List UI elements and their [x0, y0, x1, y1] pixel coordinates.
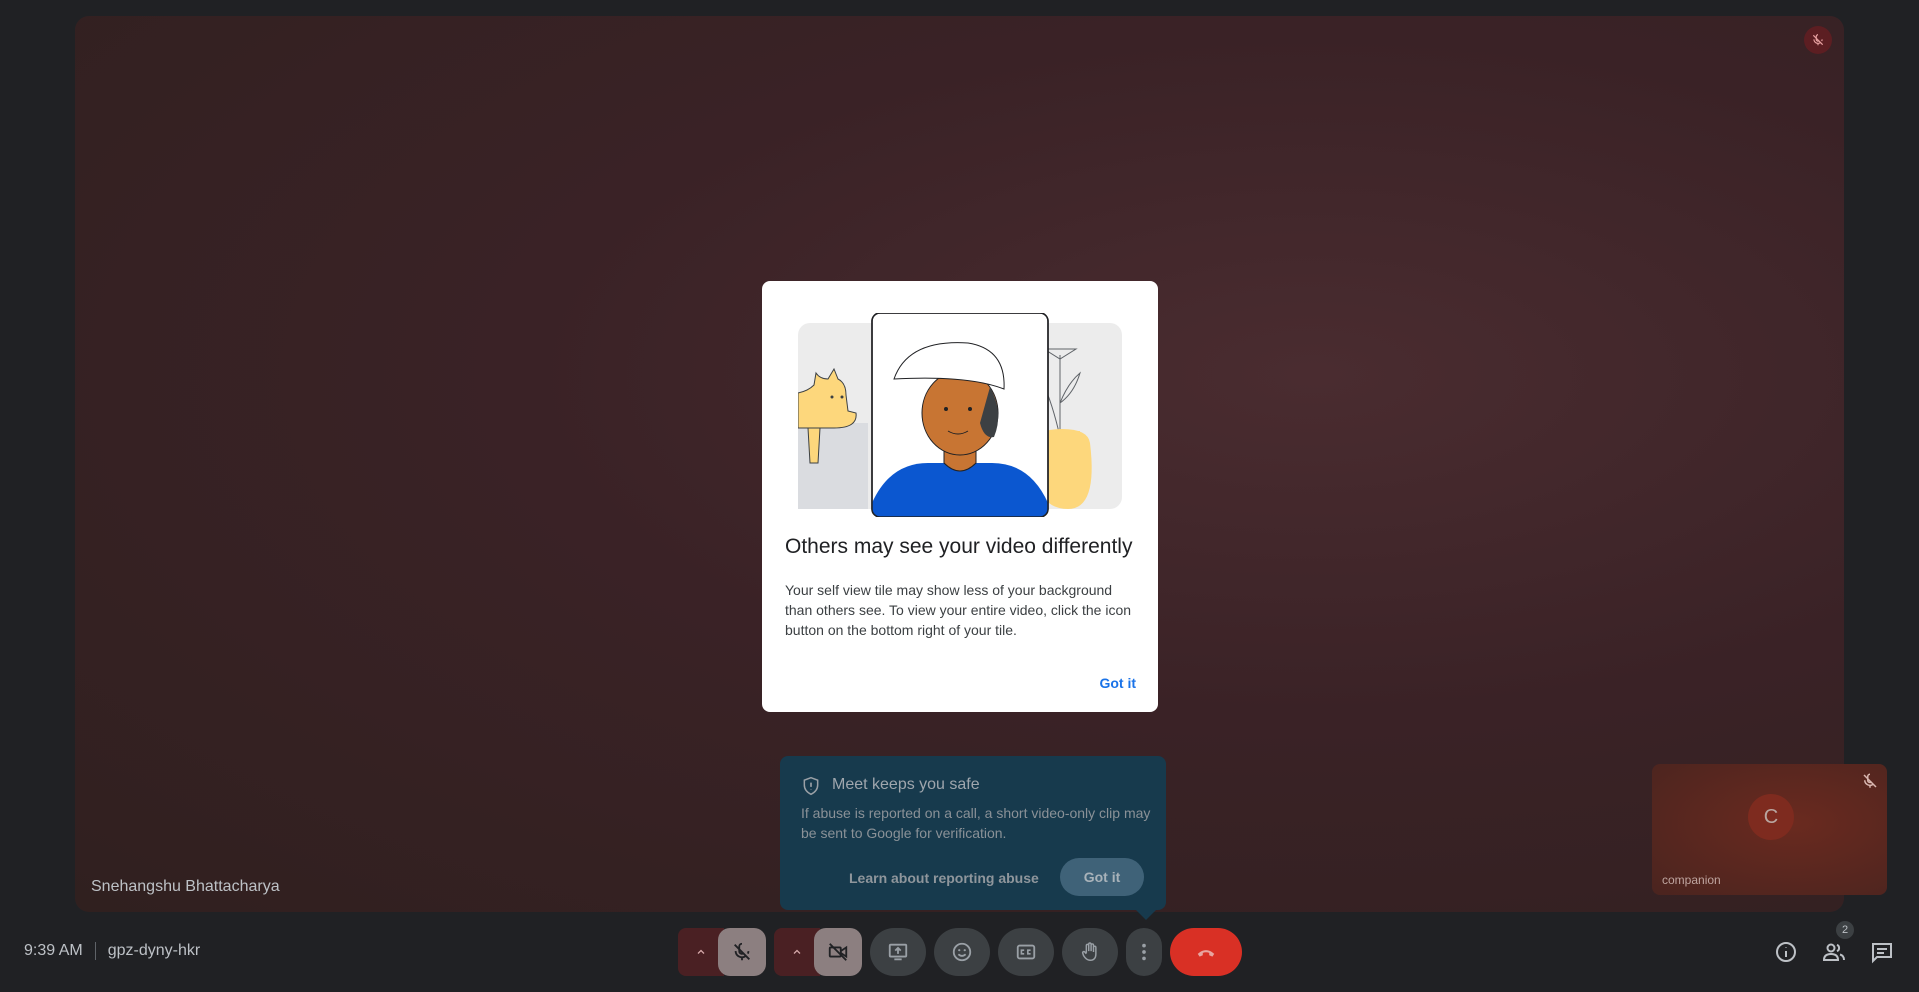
- camera-off-icon: [828, 943, 848, 961]
- learn-reporting-abuse-link[interactable]: Learn about reporting abuse: [849, 870, 1039, 886]
- more-vert-icon: [1142, 943, 1146, 961]
- safety-body: If abuse is reported on a call, a short …: [801, 805, 1151, 841]
- mic-off-icon: [1804, 26, 1832, 54]
- self-view-dialog: Others may see your video differently Yo…: [762, 281, 1158, 712]
- safety-title: Meet keeps you safe: [832, 776, 980, 793]
- people-icon[interactable]: [1822, 940, 1846, 964]
- closed-captions-icon: [1016, 944, 1036, 960]
- captions-button[interactable]: [998, 928, 1054, 976]
- present-button[interactable]: [870, 928, 926, 976]
- meeting-time: 9:39 AM: [24, 942, 83, 959]
- emoji-icon: [952, 942, 972, 962]
- people-count-badge: 2: [1836, 921, 1854, 939]
- dialog-title: Others may see your video differently: [785, 535, 1133, 558]
- present-screen-icon: [888, 943, 908, 961]
- shield-icon: [803, 776, 819, 796]
- info-icon[interactable]: [1774, 940, 1798, 964]
- reactions-button[interactable]: [934, 928, 990, 976]
- avatar: C: [1748, 794, 1794, 840]
- safety-popup: Meet keeps you safe If abuse is reported…: [780, 756, 1166, 920]
- divider: [94, 942, 96, 960]
- mic-off-icon: [1863, 773, 1877, 788]
- mic-toggle-button[interactable]: [718, 928, 766, 976]
- meeting-code[interactable]: gpz-dyny-hkr: [108, 942, 200, 960]
- more-options-button[interactable]: [1126, 928, 1162, 976]
- camera-toggle-button[interactable]: [814, 928, 862, 976]
- chevron-up-icon: [793, 949, 801, 954]
- hand-icon: [1081, 942, 1097, 961]
- companion-name: companion: [1662, 873, 1721, 887]
- companion-tile[interactable]: C companion: [1652, 764, 1887, 895]
- raise-hand-button[interactable]: [1062, 928, 1118, 976]
- end-call-button[interactable]: [1170, 928, 1242, 976]
- self-view-illustration: [798, 313, 1122, 517]
- meeting-info: 9:39 AM gpz-dyny-hkr: [24, 942, 200, 960]
- chevron-up-icon: [697, 949, 705, 954]
- call-end-icon: [1197, 950, 1215, 957]
- mic-off-icon: [734, 942, 750, 961]
- participant-name: Snehangshu Bhattacharya: [91, 878, 280, 895]
- dialog-got-it-button[interactable]: Got it: [1097, 671, 1138, 695]
- chat-icon[interactable]: [1870, 940, 1894, 964]
- dialog-body: Your self view tile may show less of you…: [785, 582, 1132, 638]
- safety-got-it-button[interactable]: Got it: [1060, 858, 1144, 896]
